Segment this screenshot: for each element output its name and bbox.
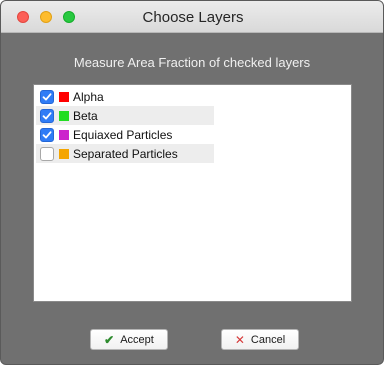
choose-layers-dialog: Choose Layers Measure Area Fraction of c… <box>0 0 384 365</box>
cancel-button[interactable]: ✕ Cancel <box>221 329 299 350</box>
checkmark-icon: ✔ <box>104 332 115 347</box>
dialog-subtitle: Measure Area Fraction of checked layers <box>73 55 311 70</box>
layer-label: Equiaxed Particles <box>73 127 173 142</box>
checkmark-icon <box>42 130 52 138</box>
title-bar: Choose Layers <box>1 1 383 33</box>
layer-label: Separated Particles <box>73 146 178 161</box>
layer-item-beta[interactable]: Beta <box>36 106 214 125</box>
layer-color-swatch <box>59 110 69 121</box>
window-title: Choose Layers <box>142 9 244 26</box>
checkmark-icon <box>42 111 52 119</box>
layer-color-swatch <box>59 148 69 159</box>
cancel-label: Cancel <box>250 333 286 346</box>
accept-button[interactable]: ✔ Accept <box>90 329 168 350</box>
accept-label: Accept <box>120 333 154 346</box>
layer-checkbox[interactable] <box>40 146 54 161</box>
checkmark-icon <box>42 92 52 100</box>
layers-list: Alpha Beta Equiaxed Particles Separated … <box>33 84 352 302</box>
layer-checkbox[interactable] <box>40 127 54 142</box>
layer-checkbox[interactable] <box>40 108 54 123</box>
layer-item-equiaxed-particles[interactable]: Equiaxed Particles <box>36 125 214 144</box>
layer-item-alpha[interactable]: Alpha <box>36 87 214 106</box>
x-icon: ✕ <box>234 332 245 347</box>
layer-checkbox[interactable] <box>40 89 54 104</box>
layer-color-swatch <box>59 129 69 140</box>
layer-label: Alpha <box>73 89 104 104</box>
layer-item-separated-particles[interactable]: Separated Particles <box>36 144 214 163</box>
layer-color-swatch <box>59 91 69 102</box>
layer-label: Beta <box>73 108 98 123</box>
